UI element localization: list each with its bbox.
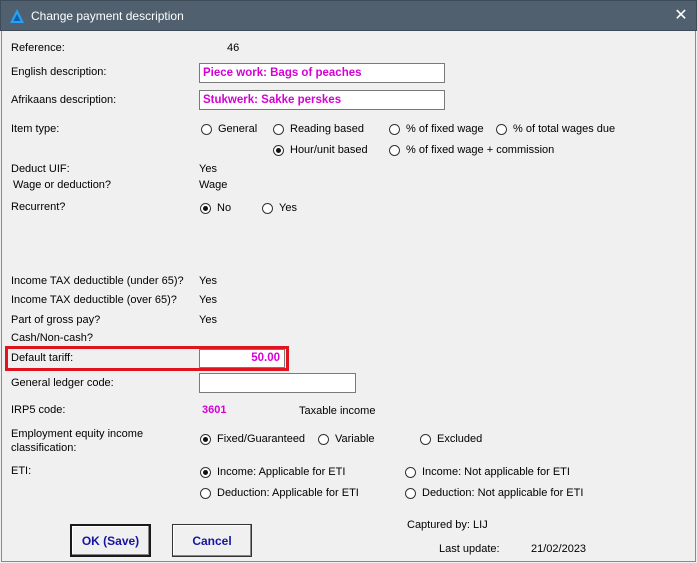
item-type-total-wages-radio[interactable]: % of total wages due [496, 122, 615, 136]
gl-code-label: General ledger code: [11, 377, 114, 389]
ee-excluded-radio[interactable]: Excluded [420, 432, 482, 446]
tax-under-65-label: Income TAX deductible (under 65)? [11, 275, 184, 287]
item-type-fixed-commission-radio[interactable]: % of fixed wage + commission [389, 143, 554, 157]
afrikaans-description-input[interactable]: Stukwerk: Sakke perskes [199, 90, 445, 110]
deduct-uif-label: Deduct UIF: [11, 163, 70, 175]
default-tariff-label: Default tariff: [11, 352, 74, 364]
cash-non-cash-label: Cash/Non-cash? [11, 332, 93, 344]
window-title: Change payment description [31, 9, 184, 23]
default-tariff-value: 50.00 [251, 352, 280, 364]
recurrent-label: Recurrent? [11, 201, 66, 213]
eti-income-applicable-radio[interactable]: Income: Applicable for ETI [200, 465, 345, 479]
eti-deduction-applicable-radio[interactable]: Deduction: Applicable for ETI [200, 486, 359, 500]
close-icon[interactable]: ✕ [666, 1, 696, 31]
default-tariff-input[interactable]: 50.00 [199, 349, 285, 368]
irp5-code-label: IRP5 code: [11, 404, 66, 416]
afrikaans-description-label: Afrikaans description: [11, 94, 117, 106]
eti-income-not-applicable-radio[interactable]: Income: Not applicable for ETI [405, 465, 570, 479]
ok-save-button[interactable]: OK (Save) [70, 524, 151, 557]
employment-equity-label: Employment equity income [11, 428, 144, 440]
irp5-code-description: Taxable income [299, 405, 376, 417]
tax-under-65-value: Yes [199, 275, 217, 287]
dialog-body: Reference: 46 English description: Piece… [1, 31, 696, 562]
captured-by-label: Captured by: LIJ [407, 519, 488, 531]
item-type-reading-radio[interactable]: Reading based [273, 122, 364, 136]
item-type-general-radio[interactable]: General [201, 122, 257, 136]
gl-code-input[interactable] [199, 373, 356, 393]
wage-or-deduction-value: Wage [199, 179, 228, 191]
item-type-hour-unit-radio[interactable]: Hour/unit based [273, 143, 368, 157]
app-logo-icon [10, 9, 24, 23]
cancel-button[interactable]: Cancel [172, 524, 252, 557]
english-description-input[interactable]: Piece work: Bags of peaches [199, 63, 445, 83]
eti-label: ETI: [11, 465, 32, 477]
reference-value: 46 [227, 42, 240, 54]
reference-label: Reference: [11, 42, 65, 54]
tax-over-65-value: Yes [199, 294, 217, 306]
eti-deduction-not-applicable-radio[interactable]: Deduction: Not applicable for ETI [405, 486, 583, 500]
recurrent-yes-radio[interactable]: Yes [262, 201, 297, 215]
gross-pay-label: Part of gross pay? [11, 314, 101, 326]
last-update-value: 21/02/2023 [531, 543, 587, 555]
ee-fixed-radio[interactable]: Fixed/Guaranteed [200, 432, 305, 446]
item-type-fixed-wage-radio[interactable]: % of fixed wage [389, 122, 484, 136]
recurrent-no-radio[interactable]: No [200, 201, 231, 215]
last-update-label: Last update: [439, 543, 500, 555]
deduct-uif-value: Yes [199, 163, 217, 175]
item-type-label: Item type: [11, 123, 60, 135]
gross-pay-value: Yes [199, 314, 217, 326]
wage-or-deduction-label: Wage or deduction? [13, 179, 112, 191]
english-description-value: Piece work: Bags of peaches [203, 67, 362, 79]
tax-over-65-label: Income TAX deductible (over 65)? [11, 294, 177, 306]
ee-variable-radio[interactable]: Variable [318, 432, 375, 446]
title-bar: Change payment description ✕ [0, 0, 697, 31]
employment-equity-label-2: classification: [11, 442, 77, 454]
irp5-code-value: 3601 [202, 404, 227, 416]
english-description-label: English description: [11, 66, 107, 78]
afrikaans-description-value: Stukwerk: Sakke perskes [203, 94, 342, 106]
